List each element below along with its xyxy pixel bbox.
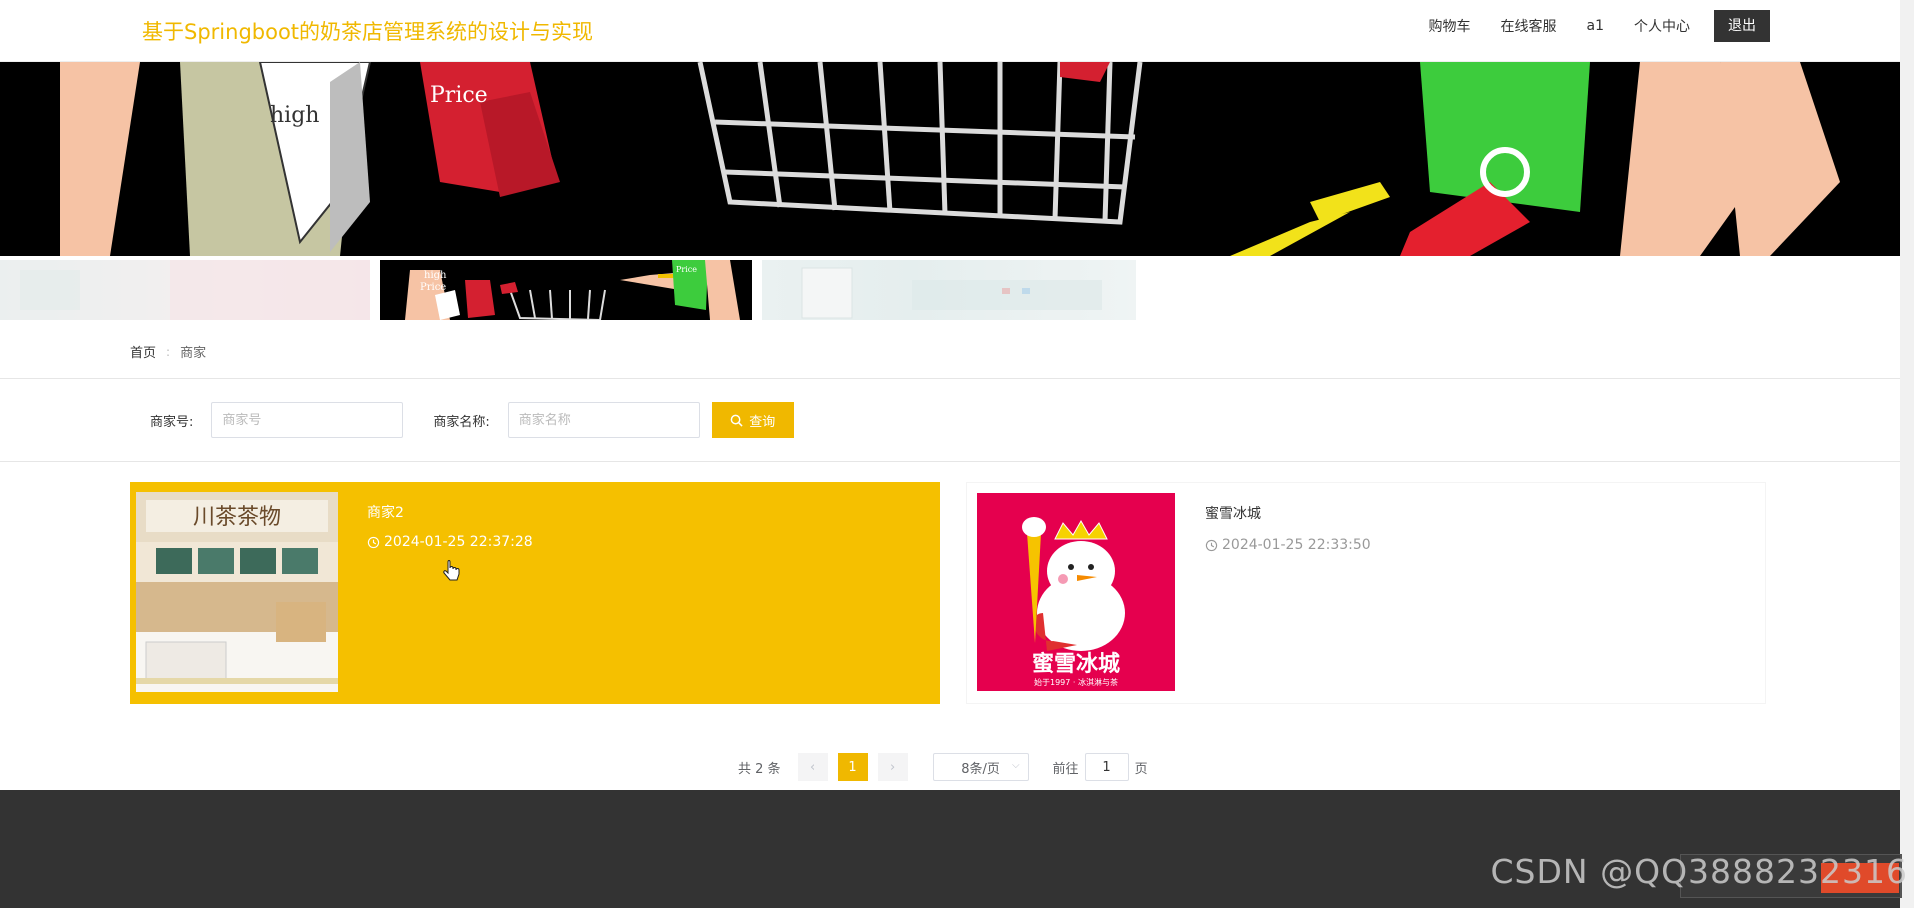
banner-carousel[interactable]: high Price <box>0 62 1900 256</box>
svg-text:蜜雪冰城: 蜜雪冰城 <box>1032 651 1120 677</box>
banner-thumbnails: high Price Price <box>0 260 1900 320</box>
merchant-no-input[interactable] <box>211 402 404 438</box>
logout-button[interactable]: 退出 <box>1714 10 1770 42</box>
merchant-time: 2024-01-25 22:37:28 <box>367 534 533 550</box>
banner-image: high Price <box>0 62 1900 256</box>
nav-username[interactable]: a1 <box>1587 18 1605 34</box>
chevron-down-icon: ⌵ <box>1011 760 1020 771</box>
divider-top <box>0 378 1900 379</box>
banner-thumb-2[interactable]: high Price Price <box>380 260 752 320</box>
svg-text:Price: Price <box>420 282 446 293</box>
goto-page-input[interactable]: 1 <box>1084 753 1129 781</box>
thumb-image-1 <box>20 260 370 320</box>
merchant-name-label: 商家名称: <box>433 414 490 430</box>
merchant-card[interactable]: 川茶茶物 商家2 2024-01-25 22:37:28 <box>130 482 940 704</box>
merchant-no-label: 商家号: <box>150 414 194 430</box>
merchant-time-value: 2024-01-25 22:37:28 <box>384 534 533 550</box>
divider-bottom <box>0 461 1900 462</box>
merchant-image: 川茶茶物 <box>136 492 338 692</box>
thumb-image-3 <box>801 267 1102 319</box>
search-bar: 商家号: 商家名称: 查询 <box>150 402 794 438</box>
clock-icon <box>1205 539 1218 551</box>
search-button[interactable]: 查询 <box>711 402 794 438</box>
pagination: 共 2 条 ‹ 1 › 8条/页 ⌵ 前往 1 页 <box>738 753 1148 781</box>
merchant-card[interactable]: 蜜雪冰城 始于1997 · 冰淇淋与茶 蜜雪冰城 2024-01-25 22:3… <box>966 482 1766 704</box>
top-header: 基于Springboot的奶茶店管理系统的设计与实现 购物车 在线客服 a1 个… <box>0 0 1900 62</box>
merchant-name[interactable]: 蜜雪冰城 <box>1205 503 1261 523</box>
svg-text:high: high <box>424 270 447 281</box>
pagination-prev-button[interactable]: ‹ <box>797 753 828 781</box>
search-button-label: 查询 <box>749 414 776 430</box>
pagination-goto: 前往 1 页 <box>1053 753 1148 781</box>
merchant-name[interactable]: 商家2 <box>367 502 404 522</box>
breadcrumb-separator: : <box>166 344 171 359</box>
banner-thumb-3[interactable] <box>762 260 1136 320</box>
goto-prefix: 前往 <box>1052 761 1079 777</box>
svg-text:川茶茶物: 川茶茶物 <box>193 505 281 530</box>
banner-thumb-1[interactable] <box>0 260 370 320</box>
search-icon <box>730 414 743 427</box>
scrollbar-track[interactable] <box>1900 0 1914 908</box>
merchant-name-input[interactable] <box>507 402 700 438</box>
svg-text:high: high <box>270 103 319 128</box>
site-title[interactable]: 基于Springboot的奶茶店管理系统的设计与实现 <box>142 16 593 46</box>
pagination-page-1[interactable]: 1 <box>837 753 868 781</box>
watermark: CSDN @QQ3888232316 <box>1490 852 1908 891</box>
nav-personal-center[interactable]: 个人中心 <box>1634 16 1690 36</box>
clock-icon <box>367 536 380 548</box>
pagination-next-button[interactable]: › <box>877 753 908 781</box>
merchant-time-value: 2024-01-25 22:33:50 <box>1222 537 1371 553</box>
nav-online-service[interactable]: 在线客服 <box>1501 16 1557 36</box>
page-size-select[interactable]: 8条/页 ⌵ <box>932 753 1029 781</box>
nav-cart[interactable]: 购物车 <box>1429 16 1471 36</box>
pagination-total: 共 2 条 <box>738 761 781 777</box>
goto-suffix: 页 <box>1134 761 1148 777</box>
thumb-image-2: high Price Price <box>380 260 752 320</box>
merchant-image: 蜜雪冰城 始于1997 · 冰淇淋与茶 <box>977 493 1175 691</box>
svg-text:Price: Price <box>676 265 697 274</box>
breadcrumb: 首页 : 商家 <box>130 342 207 362</box>
breadcrumb-current: 商家 <box>180 346 207 361</box>
merchant-time: 2024-01-25 22:33:50 <box>1205 537 1371 553</box>
page-size-value: 8条/页 <box>961 761 1000 777</box>
svg-text:始于1997 · 冰淇淋与茶: 始于1997 · 冰淇淋与茶 <box>1034 677 1118 687</box>
breadcrumb-home[interactable]: 首页 <box>130 342 156 361</box>
top-nav: 购物车 在线客服 a1 个人中心 退出 <box>1399 10 1770 42</box>
hand-cursor-icon <box>443 560 460 581</box>
svg-text:Price: Price <box>430 83 488 108</box>
